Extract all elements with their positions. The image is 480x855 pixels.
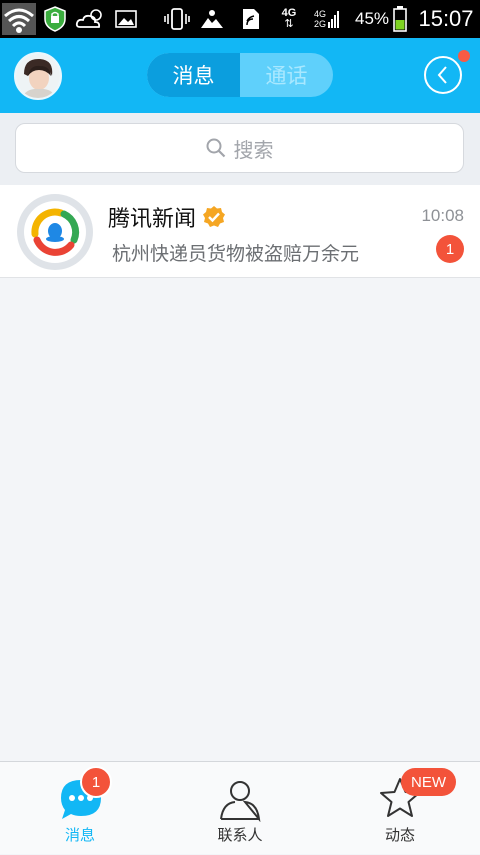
notification-dot xyxy=(458,50,470,62)
tencent-news-logo-icon xyxy=(17,194,93,270)
back-button[interactable] xyxy=(424,56,462,94)
chevron-left-icon xyxy=(437,66,447,84)
conversation-time: 10:08 xyxy=(421,206,464,225)
verified-badge-icon xyxy=(202,205,226,229)
bottom-tab-bar: 1 消息 联系人 NEW 动态 xyxy=(0,761,480,854)
tab-label-messages: 消息 xyxy=(64,826,95,844)
tab-messages-bottom[interactable]: 1 消息 xyxy=(0,762,160,855)
tab-calls[interactable]: 通话 xyxy=(240,53,333,97)
new-badge: NEW xyxy=(401,768,456,796)
wifi-icon xyxy=(2,0,36,38)
network-4g-indicator: 4G ⇅ xyxy=(281,7,297,30)
vibrate-icon xyxy=(164,0,190,38)
image-icon xyxy=(114,0,138,38)
conversation-preview: 杭州快递员货物被盗赔万余元 xyxy=(112,243,360,265)
battery-icon xyxy=(391,0,409,38)
battery-percent: 45% xyxy=(354,9,390,28)
contacts-icon xyxy=(220,781,261,822)
nfc-icon xyxy=(240,0,262,38)
conversation-title: 腾讯新闻 xyxy=(108,201,226,233)
shield-icon xyxy=(42,0,68,38)
tab-label-moments: 动态 xyxy=(384,826,415,844)
search-icon xyxy=(206,138,225,158)
search-area: 搜索 xyxy=(0,113,480,185)
status-bar: 4G ⇅ 4G 2G 45% 15:07 xyxy=(0,0,480,38)
clock: 15:07 xyxy=(418,6,474,31)
app-header: 消息 通话 xyxy=(0,38,480,113)
signal-icon: 4G 2G xyxy=(310,0,344,38)
tab-messages[interactable]: 消息 xyxy=(147,53,240,97)
landscape-icon xyxy=(200,0,224,38)
tab-moments[interactable]: NEW 动态 xyxy=(320,762,480,855)
avatar[interactable] xyxy=(14,52,62,100)
search-input[interactable]: 搜索 xyxy=(15,123,464,173)
conversation-name: 腾讯新闻 xyxy=(108,207,197,232)
cloud-sun-icon xyxy=(74,0,106,38)
header-tabs: 消息 通话 xyxy=(147,53,333,97)
tab-label-contacts: 联系人 xyxy=(217,826,263,844)
messages-badge: 1 xyxy=(80,766,112,798)
unread-badge: 1 xyxy=(436,235,464,263)
conversation-item[interactable]: 腾讯新闻 10:08 杭州快递员货物被盗赔万余元 1 xyxy=(0,185,480,278)
search-placeholder: 搜索 xyxy=(233,137,274,162)
tab-contacts[interactable]: 联系人 xyxy=(160,762,320,855)
